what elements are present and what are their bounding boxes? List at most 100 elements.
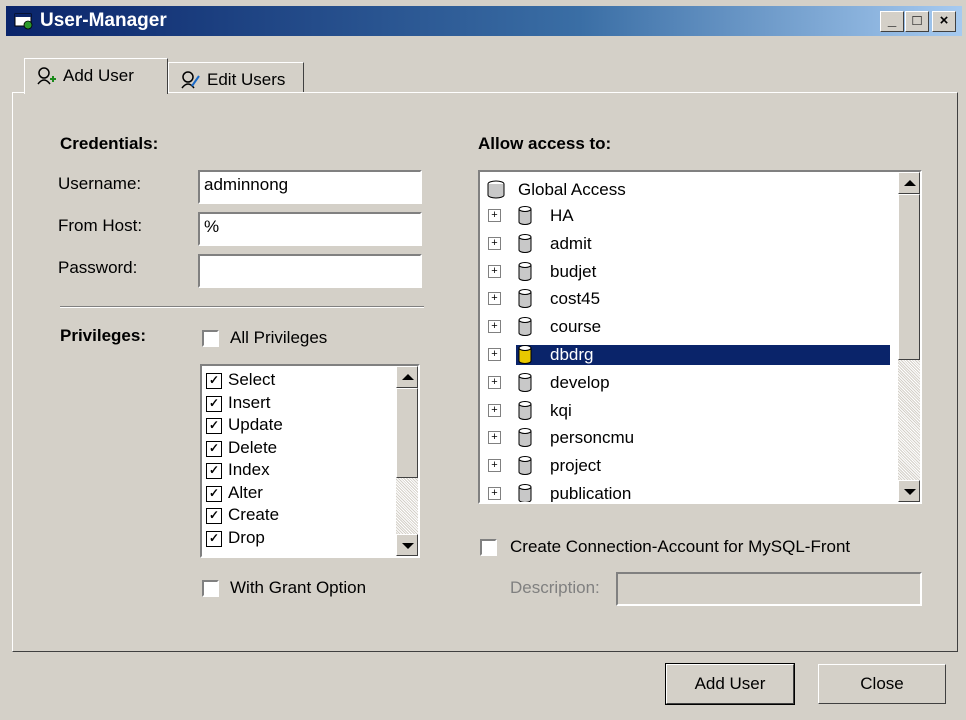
edit-users-icon: [181, 71, 200, 89]
description-input[interactable]: [616, 572, 922, 606]
expand-icon[interactable]: +: [488, 236, 501, 250]
expand-icon[interactable]: +: [488, 209, 501, 222]
database-tree[interactable]: Global Access + HA + admit + budjet + cost45 + co…: [478, 170, 922, 504]
create-connection-label: Create Connection-Account for MySQL-Fron…: [510, 537, 851, 556]
close-button[interactable]: Close: [818, 664, 946, 704]
privileges-scrollbar[interactable]: [396, 366, 418, 556]
database-item[interactable]: + course: [480, 313, 900, 340]
privilege-checkbox[interactable]: ✓: [206, 395, 222, 412]
database-icon: [518, 456, 532, 476]
privileges-scroll-down[interactable]: [396, 534, 418, 556]
database-icon: [518, 206, 532, 225]
tree-root-label: Global Access: [518, 180, 626, 199]
database-item[interactable]: + cost45: [480, 285, 900, 312]
privileges-heading: Privileges:: [60, 326, 146, 345]
tab-edit-users[interactable]: Edit Users: [168, 62, 304, 92]
user-manager-window: User-Manager _ □ × Add User Edit Users C…: [0, 0, 966, 720]
expand-icon[interactable]: +: [488, 431, 501, 445]
database-item[interactable]: + HA: [480, 202, 900, 229]
privilege-checkbox[interactable]: ✓: [206, 530, 222, 547]
password-input[interactable]: [198, 254, 422, 288]
privilege-label: Index: [228, 460, 270, 479]
database-scroll-up[interactable]: [898, 172, 920, 194]
database-item[interactable]: + dbdrg: [480, 341, 900, 368]
privileges-list[interactable]: ✓ Select ✓ Insert ✓ Update ✓ Delete ✓ Index ✓ Alter…: [200, 364, 420, 558]
password-label: Password:: [58, 258, 138, 277]
all-privileges-label: All Privileges: [230, 328, 328, 347]
database-item[interactable]: + budjet: [480, 258, 900, 285]
grant-option-label: With Grant Option: [230, 578, 367, 597]
tree-root[interactable]: Global Access: [480, 176, 900, 203]
expand-icon[interactable]: +: [488, 264, 501, 278]
database-icon: [518, 317, 532, 337]
expand-icon[interactable]: +: [488, 403, 501, 417]
database-label: publication: [550, 484, 632, 503]
privilege-checkbox[interactable]: ✓: [206, 485, 222, 502]
tab-add-user-label: Add User: [63, 66, 134, 85]
database-label: cost45: [550, 289, 601, 309]
expand-icon[interactable]: +: [488, 375, 501, 389]
database-label: kqi: [550, 400, 572, 420]
database-label: dbdrg: [516, 345, 890, 365]
privilege-checkbox[interactable]: ✓: [206, 463, 222, 479]
database-scroll-thumb[interactable]: [898, 194, 920, 360]
privilege-checkbox[interactable]: ✓: [206, 440, 222, 457]
access-heading: Allow access to:: [478, 134, 612, 153]
database-icon: [518, 233, 532, 253]
add-user-icon: [37, 67, 56, 85]
grant-option-checkbox[interactable]: [202, 580, 219, 597]
database-icon: [518, 372, 532, 392]
minimize-button[interactable]: _: [880, 11, 904, 32]
privilege-checkbox[interactable]: ✓: [206, 418, 222, 434]
database-item[interactable]: + admit: [480, 230, 900, 257]
privileges-scroll-up[interactable]: [396, 366, 418, 388]
description-label: Description:: [510, 578, 600, 597]
database-item[interactable]: + project: [480, 452, 900, 479]
host-input[interactable]: %: [198, 212, 422, 246]
database-label: project: [550, 456, 602, 476]
create-connection-checkbox[interactable]: [480, 539, 497, 556]
app-icon: [14, 13, 33, 30]
expand-icon[interactable]: +: [488, 348, 501, 361]
privilege-label: Insert: [228, 392, 271, 412]
database-icon: [518, 400, 532, 420]
privilege-label: Delete: [228, 437, 278, 457]
title-bar[interactable]: User-Manager _ □ ×: [6, 6, 962, 36]
privileges-scroll-thumb[interactable]: [396, 388, 418, 478]
expand-icon[interactable]: +: [488, 459, 501, 473]
privilege-label: Create: [228, 505, 280, 524]
database-label: develop: [550, 372, 610, 392]
database-label: course: [550, 317, 602, 337]
privilege-label: Select: [228, 370, 276, 389]
database-item[interactable]: + develop: [480, 369, 900, 396]
database-item[interactable]: + kqi: [480, 397, 900, 424]
privilege-label: Drop: [228, 527, 265, 547]
expand-icon[interactable]: +: [488, 320, 501, 334]
database-icon: [518, 484, 532, 502]
database-scroll-down[interactable]: [898, 480, 920, 502]
privilege-checkbox[interactable]: ✓: [206, 508, 222, 524]
global-access-icon: [487, 180, 505, 199]
username-label: Username:: [58, 174, 142, 193]
expand-icon[interactable]: +: [488, 487, 501, 500]
database-label: HA: [550, 206, 574, 225]
database-icon: [518, 289, 532, 309]
window-title: User-Manager: [40, 10, 167, 31]
privilege-checkbox[interactable]: ✓: [206, 373, 222, 389]
maximize-button[interactable]: □: [905, 11, 929, 32]
all-privileges-checkbox[interactable]: [202, 330, 219, 347]
privilege-label: Alter: [228, 482, 263, 502]
add-user-button[interactable]: Add User: [665, 663, 795, 705]
database-scrollbar[interactable]: [898, 172, 920, 502]
database-label: personcmu: [550, 428, 635, 448]
tab-add-user[interactable]: Add User: [24, 58, 168, 94]
close-window-button[interactable]: ×: [932, 11, 956, 32]
database-icon: [518, 428, 532, 448]
expand-icon[interactable]: +: [488, 292, 501, 306]
database-icon: [518, 345, 532, 364]
database-item[interactable]: + publication: [480, 480, 900, 503]
username-input[interactable]: adminnong: [198, 170, 422, 204]
database-item[interactable]: + personcmu: [480, 424, 900, 451]
host-label: From Host:: [58, 216, 143, 235]
database-icon: [518, 261, 532, 281]
